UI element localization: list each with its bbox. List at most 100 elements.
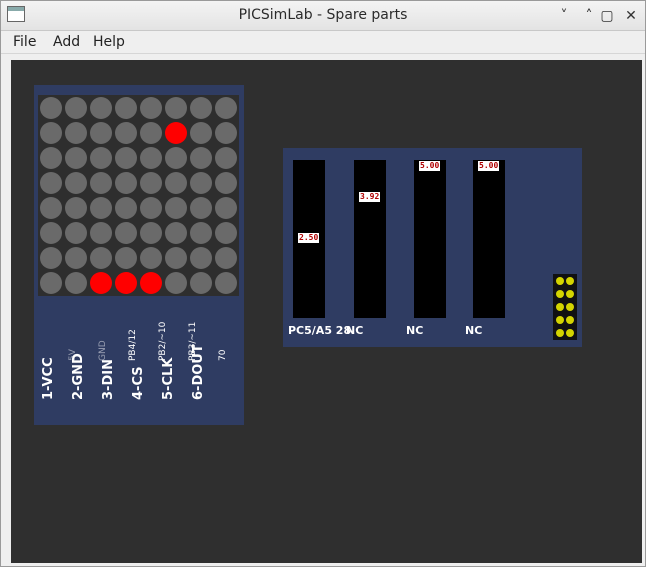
led-r0-c6 bbox=[190, 97, 212, 119]
led-r1-c2 bbox=[90, 122, 112, 144]
led-r2-c3 bbox=[115, 147, 137, 169]
menu-file[interactable]: File bbox=[13, 34, 36, 50]
led-r3-c5 bbox=[165, 172, 187, 194]
led-r5-c3 bbox=[115, 222, 137, 244]
close-button[interactable]: ✕ bbox=[620, 5, 642, 27]
led-r0-c3 bbox=[115, 97, 137, 119]
pin-signal-4: PB2/~10 bbox=[158, 321, 168, 361]
pin-label-1: 1-VCC bbox=[41, 357, 56, 400]
header-pin bbox=[556, 290, 564, 298]
led-r3-c6 bbox=[190, 172, 212, 194]
led-r3-c0 bbox=[40, 172, 62, 194]
led-r5-c4 bbox=[140, 222, 162, 244]
pin-label-5: 5-CLK bbox=[161, 357, 176, 400]
led-r6-c6 bbox=[190, 247, 212, 269]
voltmeter-board[interactable]: 2.50 PC5/A5 28 3.92 NC 5.00 NC 5.00 NC bbox=[283, 148, 582, 347]
led-r4-c7 bbox=[215, 197, 237, 219]
header-pin bbox=[566, 290, 574, 298]
led-r0-c7 bbox=[215, 97, 237, 119]
led-r0-c5 bbox=[165, 97, 187, 119]
pin-label-6: 6-DOUT bbox=[191, 344, 206, 400]
voltage-value-2: 3.92 bbox=[359, 192, 381, 203]
led-r3-c2 bbox=[90, 172, 112, 194]
led-r7-c7 bbox=[215, 272, 237, 294]
header-pin bbox=[566, 329, 574, 337]
header-pin bbox=[566, 303, 574, 311]
slot-label-2: NC bbox=[346, 324, 364, 337]
pin-header bbox=[553, 274, 577, 340]
led-r3-c7 bbox=[215, 172, 237, 194]
led-r4-c1 bbox=[65, 197, 87, 219]
led-r7-c6 bbox=[190, 272, 212, 294]
header-pin bbox=[566, 316, 574, 324]
led-r4-c2 bbox=[90, 197, 112, 219]
slot-label-3: NC bbox=[406, 324, 424, 337]
voltage-slot-3 bbox=[414, 160, 446, 318]
pin-signal-3: PB4/12 bbox=[128, 329, 138, 361]
led-r4-c5 bbox=[165, 197, 187, 219]
slot-label-1: PC5/A5 28 bbox=[288, 324, 352, 337]
minimize-button[interactable]: ˅ bbox=[553, 5, 575, 27]
led-r1-c5 bbox=[165, 122, 187, 144]
led-r7-c3 bbox=[115, 272, 137, 294]
voltage-slot-4 bbox=[473, 160, 505, 318]
led-r5-c5 bbox=[165, 222, 187, 244]
menu-bar: File Add Help bbox=[1, 31, 645, 54]
pin-signal-6: 70 bbox=[218, 349, 228, 361]
voltage-value-1: 2.50 bbox=[298, 233, 320, 243]
pin-label-2: 2-GND bbox=[71, 353, 86, 400]
menu-help[interactable]: Help bbox=[93, 34, 125, 50]
led-r6-c3 bbox=[115, 247, 137, 269]
led-r1-c1 bbox=[65, 122, 87, 144]
led-r6-c5 bbox=[165, 247, 187, 269]
led-r2-c6 bbox=[190, 147, 212, 169]
pin-label-4: 4-CS bbox=[131, 366, 146, 400]
led-matrix-board[interactable]: 1-VCC 5V 2-GND GND 3-DIN PB4/12 4-CS PB2/~10 5-C… bbox=[34, 85, 244, 425]
led-r7-c5 bbox=[165, 272, 187, 294]
led-r2-c5 bbox=[165, 147, 187, 169]
led-r2-c2 bbox=[90, 147, 112, 169]
led-r1-c0 bbox=[40, 122, 62, 144]
led-r4-c6 bbox=[190, 197, 212, 219]
led-r3-c1 bbox=[65, 172, 87, 194]
led-r1-c3 bbox=[115, 122, 137, 144]
led-r7-c2 bbox=[90, 272, 112, 294]
slot-label-4: NC bbox=[465, 324, 483, 337]
led-matrix-pin-labels: 1-VCC 5V 2-GND GND 3-DIN PB4/12 4-CS PB2/~10 5-C… bbox=[34, 309, 244, 419]
led-r0-c0 bbox=[40, 97, 62, 119]
window-title: PICSimLab - Spare parts bbox=[238, 7, 408, 23]
led-r3-c3 bbox=[115, 172, 137, 194]
led-r1-c4 bbox=[140, 122, 162, 144]
header-pin bbox=[556, 316, 564, 324]
led-r5-c6 bbox=[190, 222, 212, 244]
voltage-value-3: 5.00 bbox=[419, 161, 441, 171]
led-r2-c1 bbox=[65, 147, 87, 169]
led-r4-c0 bbox=[40, 197, 62, 219]
header-pin bbox=[556, 303, 564, 311]
led-r7-c4 bbox=[140, 272, 162, 294]
led-r7-c0 bbox=[40, 272, 62, 294]
led-r0-c4 bbox=[140, 97, 162, 119]
led-r2-c7 bbox=[215, 147, 237, 169]
led-r6-c2 bbox=[90, 247, 112, 269]
led-r5-c1 bbox=[65, 222, 87, 244]
led-r0-c1 bbox=[65, 97, 87, 119]
header-pin bbox=[556, 277, 564, 285]
led-r5-c7 bbox=[215, 222, 237, 244]
header-pin bbox=[556, 329, 564, 337]
led-r5-c2 bbox=[90, 222, 112, 244]
led-r3-c4 bbox=[140, 172, 162, 194]
led-r4-c3 bbox=[115, 197, 137, 219]
led-r6-c0 bbox=[40, 247, 62, 269]
led-r7-c1 bbox=[65, 272, 87, 294]
led-r5-c0 bbox=[40, 222, 62, 244]
led-r1-c6 bbox=[190, 122, 212, 144]
title-bar[interactable]: PICSimLab - Spare parts ˅ ˄ ▢ ✕ bbox=[1, 1, 645, 31]
led-r1-c7 bbox=[215, 122, 237, 144]
led-r4-c4 bbox=[140, 197, 162, 219]
menu-add[interactable]: Add bbox=[53, 34, 80, 50]
parts-canvas[interactable]: 1-VCC 5V 2-GND GND 3-DIN PB4/12 4-CS PB2/~10 5-C… bbox=[11, 60, 642, 563]
voltage-value-4: 5.00 bbox=[478, 161, 500, 171]
maximize-button[interactable]: ▢ bbox=[596, 5, 618, 27]
led-matrix bbox=[38, 95, 239, 296]
